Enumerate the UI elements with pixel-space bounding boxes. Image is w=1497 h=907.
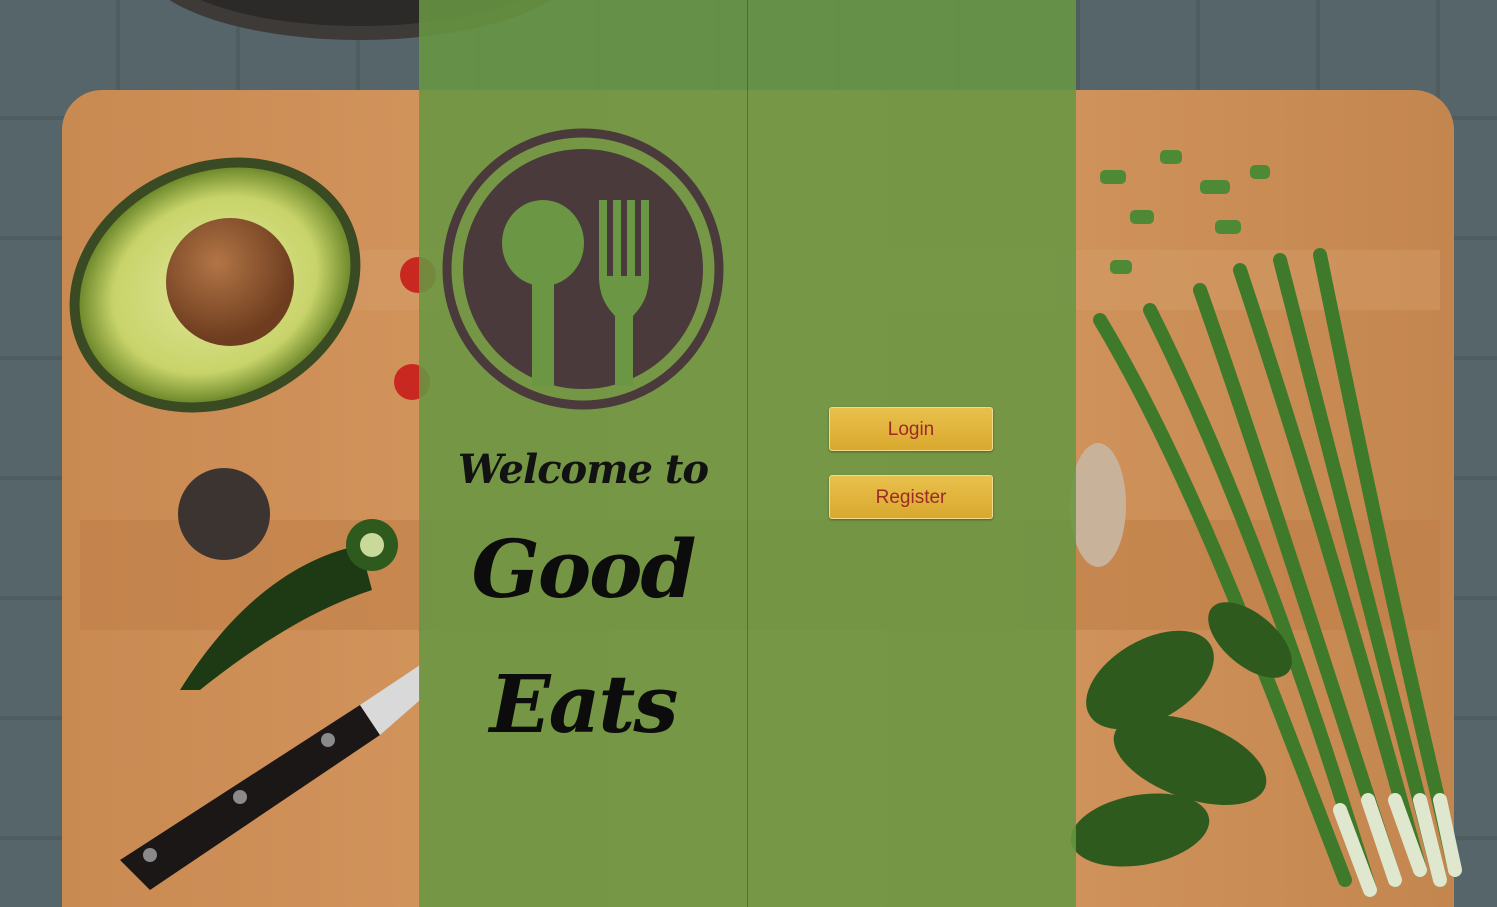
auth-section: Login Register bbox=[748, 0, 1076, 907]
spoon-fork-icon bbox=[442, 128, 724, 410]
brand-name-line1: Good bbox=[471, 522, 697, 616]
login-button[interactable]: Login bbox=[829, 407, 993, 451]
brand-name-line2: Eats bbox=[489, 657, 679, 751]
register-button[interactable]: Register bbox=[829, 475, 993, 519]
welcome-heading: Welcome to bbox=[457, 446, 709, 493]
welcome-section: Welcome to Good Eats bbox=[419, 0, 747, 907]
